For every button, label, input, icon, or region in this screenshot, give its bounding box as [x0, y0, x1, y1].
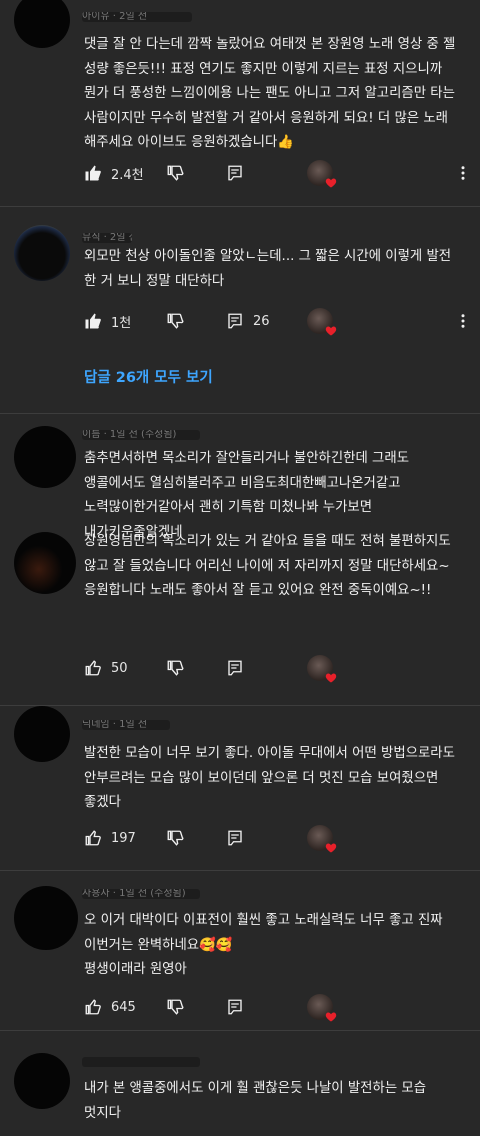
- comment-text: 외모만 천상 아이돌인줄 알았ㄴ는데... 그 짧은 시간에 이렇게 발전 한 …: [84, 249, 452, 289]
- dislike-button[interactable]: [166, 994, 184, 1020]
- reply-icon: [228, 830, 242, 846]
- dislike-button[interactable]: [166, 655, 184, 681]
- creator-heart-badge: [307, 825, 337, 853]
- reply-button[interactable]: [226, 655, 244, 681]
- thumb-up-icon: [85, 999, 101, 1015]
- creator-heart-badge: [307, 160, 337, 188]
- thumb-down-icon: [167, 999, 184, 1015]
- heart-icon: [325, 843, 337, 853]
- comment: 장원영님만의 목소리가 있는 거 같아요 들을 때도 전혀 불편하지도 않고 잘…: [0, 524, 480, 704]
- dislike-button[interactable]: [166, 308, 184, 334]
- avatar[interactable]: [14, 706, 70, 762]
- comment-text: 댓글 잘 안 다는데 깜짝 놀랐어요 여태껏 본 장원영 노래 영상 중 젤 성…: [84, 37, 456, 150]
- comment: 뮤직 · 2일 전 외모만 천상 아이돌인줄 알았ㄴ는데... 그 짧은 시간에…: [0, 207, 480, 412]
- comment-author[interactable]: 아이유 · 2일 전: [82, 12, 192, 22]
- thumb-up-filled-icon: [85, 165, 101, 181]
- avatar[interactable]: [14, 426, 76, 488]
- comment-text: 발전한 모습이 너무 보기 좋다. 아이돌 무대에서 어떤 방법으로라도 안부르…: [84, 746, 455, 810]
- like-count: 2.4천: [111, 167, 144, 183]
- comment-text: 내가 본 앵콜중에서도 이게 훨 괜찮은듯 나날이 발전하는 모습 멋지다: [84, 1081, 427, 1121]
- like-count: 197: [111, 830, 136, 846]
- comment-actions: 645: [84, 994, 480, 1022]
- thumb-down-icon: [167, 830, 184, 846]
- thumb-up-filled-icon: [85, 313, 101, 329]
- heart-icon: [325, 1012, 337, 1022]
- comment-author[interactable]: 사용자 · 1일 전 (수정됨): [82, 889, 200, 899]
- like-button[interactable]: 50: [84, 655, 128, 681]
- comment: 이름 · 1일 전 (수정됨) 춤추면서하면 목소리가 잘안들리거나 불안하긴한…: [0, 414, 480, 540]
- avatar[interactable]: [14, 1053, 70, 1109]
- reply-icon: [228, 660, 242, 676]
- comment-actions: 50: [84, 655, 480, 683]
- like-count: 1천: [111, 315, 132, 331]
- comment-actions: 197: [84, 825, 480, 853]
- reply-button[interactable]: 26: [226, 308, 270, 334]
- comment-author[interactable]: [82, 1057, 200, 1067]
- thumb-up-icon: [85, 830, 101, 846]
- creator-heart-badge: [307, 994, 337, 1022]
- comment-author[interactable]: 닉네임 · 1일 전: [82, 720, 170, 730]
- thumb-up-icon: [85, 660, 101, 676]
- view-replies-link[interactable]: 답글 26개 모두 보기: [84, 366, 213, 387]
- heart-icon: [325, 178, 337, 188]
- reply-icon: [228, 313, 242, 329]
- more-options-icon[interactable]: [454, 308, 472, 334]
- heart-icon: [325, 673, 337, 683]
- creator-heart-badge: [307, 308, 337, 336]
- like-button[interactable]: 197: [84, 825, 136, 851]
- thumb-down-icon: [167, 165, 184, 181]
- avatar[interactable]: [14, 532, 76, 594]
- thumb-down-icon: [167, 660, 184, 676]
- reply-button[interactable]: [226, 160, 244, 186]
- comment: 아이유 · 2일 전 댓글 잘 안 다는데 깜짝 놀랐어요 여태껏 본 장원영 …: [0, 0, 480, 205]
- comment: 사용자 · 1일 전 (수정됨) 오 이거 대박이다 이표전이 훨씬 좋고 노래…: [0, 871, 480, 1029]
- like-count: 50: [111, 660, 128, 676]
- comment-text: 장원영님만의 목소리가 있는 거 같아요 들을 때도 전혀 불편하지도 않고 잘…: [84, 534, 451, 598]
- like-button[interactable]: 645: [84, 994, 136, 1020]
- heart-icon: [325, 326, 337, 336]
- comment-actions: 1천 26: [84, 308, 480, 336]
- reply-icon: [228, 165, 242, 181]
- creator-heart-badge: [307, 655, 337, 683]
- thumb-down-icon: [167, 313, 184, 329]
- avatar[interactable]: [14, 0, 70, 48]
- comment-author[interactable]: 뮤직 · 2일 전: [82, 233, 132, 243]
- comment-text: 오 이거 대박이다 이표전이 훨씬 좋고 노래실력도 너무 좋고 진짜 이번거는…: [84, 913, 443, 977]
- avatar[interactable]: [14, 886, 78, 950]
- reply-button[interactable]: [226, 825, 244, 851]
- like-button[interactable]: 2.4천: [84, 160, 144, 186]
- comment-author[interactable]: 이름 · 1일 전 (수정됨): [82, 430, 200, 440]
- more-options-icon[interactable]: [454, 160, 472, 186]
- dislike-button[interactable]: [166, 160, 184, 186]
- like-button[interactable]: 1천: [84, 308, 131, 334]
- comment: 닉네임 · 1일 전 발전한 모습이 너무 보기 좋다. 아이돌 무대에서 어떤…: [0, 706, 480, 869]
- dislike-button[interactable]: [166, 825, 184, 851]
- comment-actions: 2.4천: [84, 160, 480, 188]
- reply-count: 26: [253, 313, 270, 329]
- comment: 내가 본 앵콜중에서도 이게 훨 괜찮은듯 나날이 발전하는 모습 멋지다: [0, 1031, 480, 1136]
- reply-icon: [228, 999, 242, 1015]
- reply-button[interactable]: [226, 994, 244, 1020]
- like-count: 645: [111, 999, 136, 1015]
- avatar[interactable]: [14, 225, 70, 281]
